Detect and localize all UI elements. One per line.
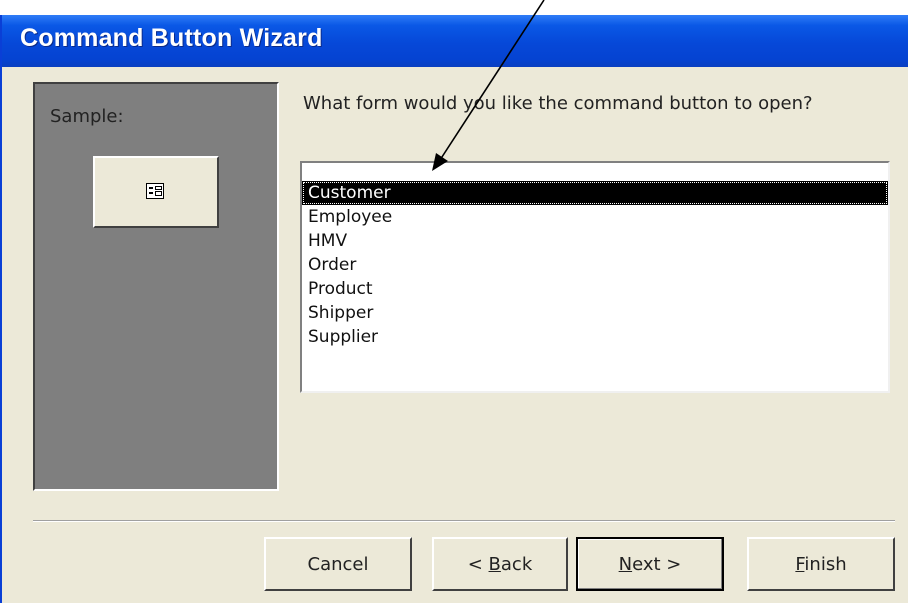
cancel-button[interactable]: Cancel <box>264 537 412 591</box>
cancel-button-label: Cancel <box>307 553 369 575</box>
finish-button-label: Finish <box>795 553 847 575</box>
list-item-hmv[interactable]: HMV <box>302 229 888 253</box>
form-list: Customer Employee HMV Order Product Ship… <box>302 181 888 349</box>
finish-button[interactable]: Finish <box>747 537 895 591</box>
list-item-product[interactable]: Product <box>302 277 888 301</box>
list-item-shipper[interactable]: Shipper <box>302 301 888 325</box>
sample-command-button <box>93 156 219 228</box>
title-bar[interactable]: Command Button Wizard <box>2 15 908 67</box>
prompt-question: What form would you like the command but… <box>303 93 813 114</box>
list-item-supplier[interactable]: Supplier <box>302 325 888 349</box>
button-divider <box>33 520 895 522</box>
list-item-employee[interactable]: Employee <box>302 205 888 229</box>
form-listbox[interactable]: Customer Employee HMV Order Product Ship… <box>300 161 890 393</box>
window-title: Command Button Wizard <box>20 24 323 52</box>
list-item-customer[interactable]: Customer <box>302 181 888 205</box>
form-icon <box>146 183 164 199</box>
sample-panel: Sample: <box>33 82 279 491</box>
list-item-order[interactable]: Order <box>302 253 888 277</box>
sample-label: Sample: <box>50 106 124 127</box>
wizard-window: Command Button Wizard Sample: What form … <box>0 15 908 603</box>
back-button-label: < Back <box>467 553 533 575</box>
next-button-label: Next > <box>618 553 682 575</box>
next-button[interactable]: Next > <box>576 537 724 591</box>
back-button[interactable]: < Back <box>432 537 568 591</box>
